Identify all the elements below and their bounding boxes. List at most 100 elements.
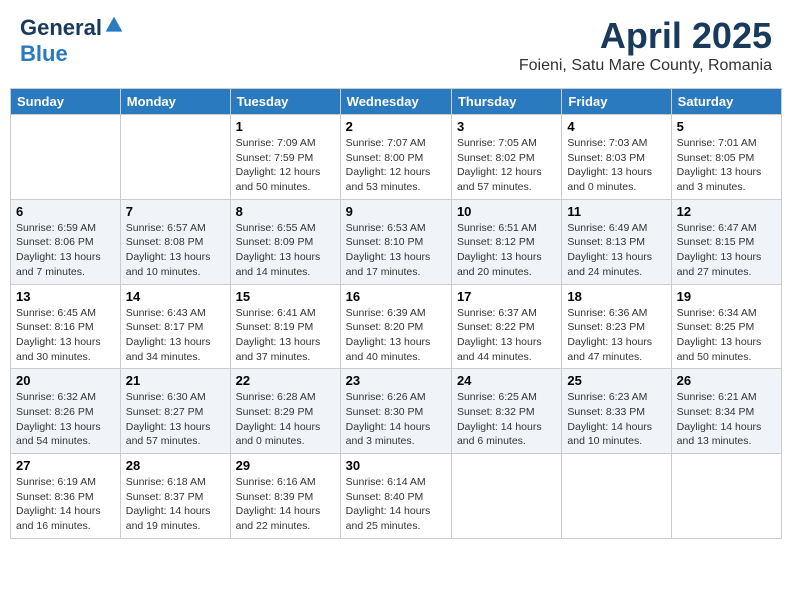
day-info: Sunrise: 6:25 AM Sunset: 8:32 PM Dayligh… (457, 390, 556, 449)
subtitle: Foieni, Satu Mare County, Romania (519, 57, 772, 75)
day-number: 17 (457, 289, 556, 304)
day-info: Sunrise: 6:26 AM Sunset: 8:30 PM Dayligh… (346, 390, 446, 449)
day-number: 7 (126, 204, 225, 219)
calendar: SundayMondayTuesdayWednesdayThursdayFrid… (10, 88, 782, 539)
day-number: 9 (346, 204, 446, 219)
logo-blue-text: Blue (20, 41, 68, 66)
day-info: Sunrise: 6:45 AM Sunset: 8:16 PM Dayligh… (16, 306, 115, 365)
calendar-cell: 12 Sunrise: 6:47 AM Sunset: 8:15 PM Dayli… (671, 199, 781, 284)
day-info: Sunrise: 6:55 AM Sunset: 8:09 PM Dayligh… (236, 221, 335, 280)
day-number: 25 (567, 373, 665, 388)
day-number: 30 (346, 458, 446, 473)
calendar-cell: 11Sunrise: 6:49 AM Sunset: 8:13 PM Dayli… (562, 199, 671, 284)
calendar-cell: 2Sunrise: 7:07 AM Sunset: 8:00 PM Daylig… (340, 115, 451, 200)
day-info: Sunrise: 6:16 AM Sunset: 8:39 PM Dayligh… (236, 475, 335, 534)
day-number: 23 (346, 373, 446, 388)
day-info: Sunrise: 6:21 AM Sunset: 8:34 PM Dayligh… (677, 390, 776, 449)
day-info: Sunrise: 6:30 AM Sunset: 8:27 PM Dayligh… (126, 390, 225, 449)
logo-general-text: General (20, 15, 102, 40)
calendar-cell: 17Sunrise: 6:37 AM Sunset: 8:22 PM Dayli… (451, 284, 561, 369)
day-info: Sunrise: 6:57 AM Sunset: 8:08 PM Dayligh… (126, 221, 225, 280)
calendar-cell: 15 Sunrise: 6:41 AM Sunset: 8:19 PM Dayli… (230, 284, 340, 369)
logo: General Blue (20, 15, 124, 67)
calendar-cell: 5 Sunrise: 7:01 AM Sunset: 8:05 PM Daylig… (671, 115, 781, 200)
calendar-cell: 3 Sunrise: 7:05 AM Sunset: 8:02 PM Daylig… (451, 115, 561, 200)
week-row-4: 20 Sunrise: 6:32 AM Sunset: 8:26 PM Dayli… (11, 369, 782, 454)
day-number: 3 (457, 119, 556, 134)
day-number: 4 (567, 119, 665, 134)
day-info: Sunrise: 6:47 AM Sunset: 8:15 PM Dayligh… (677, 221, 776, 280)
day-number: 2 (346, 119, 446, 134)
day-number: 1 (236, 119, 335, 134)
calendar-cell: 4 Sunrise: 7:03 AM Sunset: 8:03 PM Daylig… (562, 115, 671, 200)
calendar-cell: 8 Sunrise: 6:55 AM Sunset: 8:09 PM Daylig… (230, 199, 340, 284)
day-number: 10 (457, 204, 556, 219)
calendar-cell: 1Sunrise: 7:09 AM Sunset: 7:59 PM Daylig… (230, 115, 340, 200)
day-info: Sunrise: 6:41 AM Sunset: 8:19 PM Dayligh… (236, 306, 335, 365)
day-number: 18 (567, 289, 665, 304)
day-info: Sunrise: 6:49 AM Sunset: 8:13 PM Dayligh… (567, 221, 665, 280)
calendar-cell (562, 454, 671, 539)
day-number: 12 (677, 204, 776, 219)
week-row-2: 6Sunrise: 6:59 AM Sunset: 8:06 PM Daylig… (11, 199, 782, 284)
calendar-cell: 9 Sunrise: 6:53 AM Sunset: 8:10 PM Daylig… (340, 199, 451, 284)
day-info: Sunrise: 6:43 AM Sunset: 8:17 PM Dayligh… (126, 306, 225, 365)
day-info: Sunrise: 7:05 AM Sunset: 8:02 PM Dayligh… (457, 136, 556, 195)
calendar-cell (671, 454, 781, 539)
day-info: Sunrise: 7:01 AM Sunset: 8:05 PM Dayligh… (677, 136, 776, 195)
day-info: Sunrise: 6:53 AM Sunset: 8:10 PM Dayligh… (346, 221, 446, 280)
calendar-cell: 27 Sunrise: 6:19 AM Sunset: 8:36 PM Dayli… (11, 454, 121, 539)
calendar-cell: 10 Sunrise: 6:51 AM Sunset: 8:12 PM Dayli… (451, 199, 561, 284)
calendar-cell: 26 Sunrise: 6:21 AM Sunset: 8:34 PM Dayli… (671, 369, 781, 454)
calendar-cell: 16Sunrise: 6:39 AM Sunset: 8:20 PM Dayli… (340, 284, 451, 369)
calendar-cell: 30 Sunrise: 6:14 AM Sunset: 8:40 PM Dayli… (340, 454, 451, 539)
calendar-body: 1Sunrise: 7:09 AM Sunset: 7:59 PM Daylig… (11, 115, 782, 539)
calendar-cell: 25 Sunrise: 6:23 AM Sunset: 8:33 PM Dayli… (562, 369, 671, 454)
day-number: 13 (16, 289, 115, 304)
day-info: Sunrise: 6:32 AM Sunset: 8:26 PM Dayligh… (16, 390, 115, 449)
day-header-sunday: Sunday (11, 89, 121, 115)
day-number: 27 (16, 458, 115, 473)
main-title: April 2025 (519, 15, 772, 57)
day-number: 26 (677, 373, 776, 388)
day-info: Sunrise: 7:03 AM Sunset: 8:03 PM Dayligh… (567, 136, 665, 195)
title-area: April 2025 Foieni, Satu Mare County, Rom… (519, 15, 772, 75)
day-header-friday: Friday (562, 89, 671, 115)
calendar-cell (120, 115, 230, 200)
week-row-5: 27 Sunrise: 6:19 AM Sunset: 8:36 PM Dayli… (11, 454, 782, 539)
day-number: 24 (457, 373, 556, 388)
day-info: Sunrise: 6:34 AM Sunset: 8:25 PM Dayligh… (677, 306, 776, 365)
calendar-cell: 7 Sunrise: 6:57 AM Sunset: 8:08 PM Daylig… (120, 199, 230, 284)
day-number: 15 (236, 289, 335, 304)
calendar-cell: 14 Sunrise: 6:43 AM Sunset: 8:17 PM Dayli… (120, 284, 230, 369)
day-number: 5 (677, 119, 776, 134)
calendar-cell: 23 Sunrise: 6:26 AM Sunset: 8:30 PM Dayli… (340, 369, 451, 454)
logo-icon (104, 15, 124, 35)
day-number: 22 (236, 373, 335, 388)
calendar-cell: 19 Sunrise: 6:34 AM Sunset: 8:25 PM Dayli… (671, 284, 781, 369)
day-info: Sunrise: 6:51 AM Sunset: 8:12 PM Dayligh… (457, 221, 556, 280)
day-info: Sunrise: 6:28 AM Sunset: 8:29 PM Dayligh… (236, 390, 335, 449)
header: General Blue April 2025 Foieni, Satu Mar… (10, 10, 782, 80)
day-header-saturday: Saturday (671, 89, 781, 115)
calendar-cell (451, 454, 561, 539)
day-info: Sunrise: 6:39 AM Sunset: 8:20 PM Dayligh… (346, 306, 446, 365)
day-info: Sunrise: 6:18 AM Sunset: 8:37 PM Dayligh… (126, 475, 225, 534)
day-header-thursday: Thursday (451, 89, 561, 115)
day-info: Sunrise: 6:14 AM Sunset: 8:40 PM Dayligh… (346, 475, 446, 534)
calendar-cell: 20 Sunrise: 6:32 AM Sunset: 8:26 PM Dayli… (11, 369, 121, 454)
day-info: Sunrise: 6:36 AM Sunset: 8:23 PM Dayligh… (567, 306, 665, 365)
day-number: 8 (236, 204, 335, 219)
calendar-cell: 24 Sunrise: 6:25 AM Sunset: 8:32 PM Dayli… (451, 369, 561, 454)
day-header-monday: Monday (120, 89, 230, 115)
calendar-cell (11, 115, 121, 200)
calendar-cell: 6Sunrise: 6:59 AM Sunset: 8:06 PM Daylig… (11, 199, 121, 284)
day-number: 20 (16, 373, 115, 388)
day-info: Sunrise: 6:23 AM Sunset: 8:33 PM Dayligh… (567, 390, 665, 449)
day-header-tuesday: Tuesday (230, 89, 340, 115)
day-number: 19 (677, 289, 776, 304)
day-number: 14 (126, 289, 225, 304)
day-number: 28 (126, 458, 225, 473)
calendar-cell: 22 Sunrise: 6:28 AM Sunset: 8:29 PM Dayli… (230, 369, 340, 454)
day-info: Sunrise: 6:19 AM Sunset: 8:36 PM Dayligh… (16, 475, 115, 534)
